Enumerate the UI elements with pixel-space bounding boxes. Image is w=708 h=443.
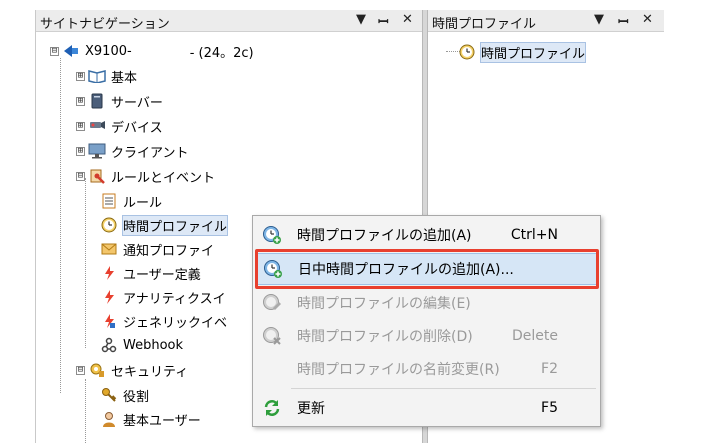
tree-node-label: デバイス <box>111 120 163 136</box>
webhook-icon <box>100 336 118 354</box>
tree-guide-line <box>85 379 86 443</box>
tree-node-version: - (24。2c) <box>189 45 254 61</box>
tree-node-security[interactable]: ⊟ セキュリティ <box>76 359 188 381</box>
menu-item-delete-time-profile[interactable]: 時間プロファイルの削除(D) Delete <box>255 320 598 352</box>
tree-node-rules[interactable]: ルール <box>100 190 162 212</box>
server-icon <box>88 92 106 110</box>
mail-icon <box>100 240 118 258</box>
menu-item-add-time-profile[interactable]: 時間プロファイルの追加(A) Ctrl+N <box>255 219 598 251</box>
tree-node-label: ジェネリックイベ <box>123 315 228 331</box>
tree-guide-line <box>60 58 61 393</box>
tree-node-label: 基本ユーザー <box>123 413 201 429</box>
site-navigation-titlebar: サイトナビゲーション ▼ ꟷ ✕ <box>36 10 422 32</box>
lightning-icon <box>100 264 118 282</box>
list-icon <box>100 192 118 210</box>
menu-item-rename-time-profile[interactable]: 時間プロファイルの名前変更(R) F2 <box>255 353 598 385</box>
server-root-icon <box>62 42 80 60</box>
tree-node-basic[interactable]: ⊞ 基本 <box>76 65 137 87</box>
tree-node-label: 時間プロファイル <box>479 41 587 63</box>
menu-item-add-day-length-time-profile[interactable]: 日中時間プロファイルの追加(A)... <box>255 253 598 285</box>
clock-icon <box>458 43 476 61</box>
tree-node-label: 時間プロファイル <box>121 214 229 236</box>
menu-item-label: 時間プロファイルの削除(D) <box>297 329 473 345</box>
tree-node-analytics-events[interactable]: アナリティクスイ <box>100 286 226 308</box>
menu-item-label: 時間プロファイルの名前変更(R) <box>297 362 500 378</box>
tree-node-label: ルール <box>123 195 163 211</box>
menu-item-label: 時間プロファイルの編集(E) <box>297 296 471 312</box>
menu-item-label: 日中時間プロファイルの追加(A)... <box>298 262 514 278</box>
pin-icon[interactable]: ꟷ <box>378 12 389 30</box>
tree-node-time-profiles[interactable]: 時間プロファイル <box>100 214 229 236</box>
tree-node-servers[interactable]: ⊞ サーバー <box>76 90 163 112</box>
key-icon <box>100 386 118 404</box>
tree-node-user-defined-events[interactable]: ユーザー定義 <box>100 262 201 284</box>
collapse-icon[interactable]: ⊟ <box>76 365 85 375</box>
monitor-icon <box>88 142 106 160</box>
tree-node-clients[interactable]: ⊞ クライアント <box>76 140 188 162</box>
tree-node-label: クライアント <box>111 145 189 161</box>
menu-item-edit-time-profile[interactable]: 時間プロファイルの編集(E) <box>255 287 598 319</box>
tree-node-label: ルールとイベント <box>111 170 216 186</box>
close-icon[interactable]: ✕ <box>642 12 653 27</box>
tree-node-roles[interactable]: 役割 <box>100 384 149 406</box>
tree-node-root[interactable]: ⊟ X9100- - (24。2c) <box>50 40 254 62</box>
expand-icon[interactable]: ⊞ <box>76 71 85 81</box>
expand-icon[interactable]: ⊞ <box>76 96 85 106</box>
tree-guide-line <box>85 178 86 348</box>
menu-item-label: 更新 <box>297 401 325 417</box>
camera-icon <box>88 117 106 135</box>
tree-node-label: 基本 <box>111 70 138 86</box>
time-profiles-root-node[interactable]: 時間プロファイル <box>458 41 587 63</box>
menu-item-shortcut: F2 <box>541 361 558 377</box>
tree-node-rules-and-events[interactable]: ⊟ ルールとイベント <box>76 165 215 187</box>
menu-item-shortcut: F5 <box>541 400 558 416</box>
close-icon[interactable]: ✕ <box>402 12 413 27</box>
tree-node-devices[interactable]: ⊞ デバイス <box>76 115 163 137</box>
lightning-icon <box>100 312 118 330</box>
lightning-icon <box>100 288 118 306</box>
add-clock-icon <box>261 224 283 246</box>
tree-node-label: 通知プロファイ <box>123 243 215 259</box>
menu-item-shortcut: Delete <box>512 328 558 344</box>
menu-item-refresh[interactable]: 更新 F5 <box>255 392 598 424</box>
edit-clock-icon <box>261 292 283 314</box>
menu-separator <box>291 388 596 389</box>
book-icon <box>88 67 106 85</box>
menu-item-shortcut: Ctrl+N <box>510 227 558 243</box>
expand-icon[interactable]: ⊞ <box>76 146 85 156</box>
tree-node-label: Webhook <box>123 337 184 353</box>
tree-node-basic-users[interactable]: 基本ユーザー <box>100 408 201 430</box>
context-menu: 時間プロファイルの追加(A) Ctrl+N 日中時間プロファイルの追加(A)..… <box>252 215 601 427</box>
time-profiles-titlebar: 時間プロファイル ▼ ꟷ ✕ <box>428 10 664 32</box>
clock-icon <box>100 216 118 234</box>
collapse-icon[interactable]: ⊟ <box>76 171 85 181</box>
pin-icon[interactable]: ꟷ <box>618 12 629 30</box>
tree-node-notification-profiles[interactable]: 通知プロファイ <box>100 238 214 260</box>
collapse-icon[interactable]: ⊟ <box>50 46 59 56</box>
tree-node-label: アナリティクスイ <box>123 291 226 307</box>
tree-node-label: X9100- <box>85 43 132 59</box>
time-profiles-title: 時間プロファイル <box>432 17 537 32</box>
tree-node-label: サーバー <box>111 95 163 111</box>
security-icon <box>88 361 106 379</box>
add-clock-icon <box>262 258 284 280</box>
expand-icon[interactable]: ⊞ <box>76 121 85 131</box>
user-icon <box>100 410 118 428</box>
rules-icon <box>88 167 106 185</box>
delete-clock-icon <box>261 325 283 347</box>
pane-menu-dropdown-icon[interactable]: ▼ <box>356 12 366 27</box>
site-navigation-title: サイトナビゲーション <box>40 17 170 32</box>
tree-node-label: ユーザー定義 <box>123 267 201 283</box>
refresh-icon <box>261 397 283 419</box>
tree-node-label: セキュリティ <box>111 364 189 380</box>
tree-node-label: 役割 <box>123 389 150 405</box>
pane-menu-dropdown-icon[interactable]: ▼ <box>594 12 604 27</box>
tree-node-generic-events[interactable]: ジェネリックイベ <box>100 310 227 332</box>
menu-item-label: 時間プロファイルの追加(A) <box>297 228 472 244</box>
tree-node-webhook[interactable]: Webhook <box>100 334 183 356</box>
